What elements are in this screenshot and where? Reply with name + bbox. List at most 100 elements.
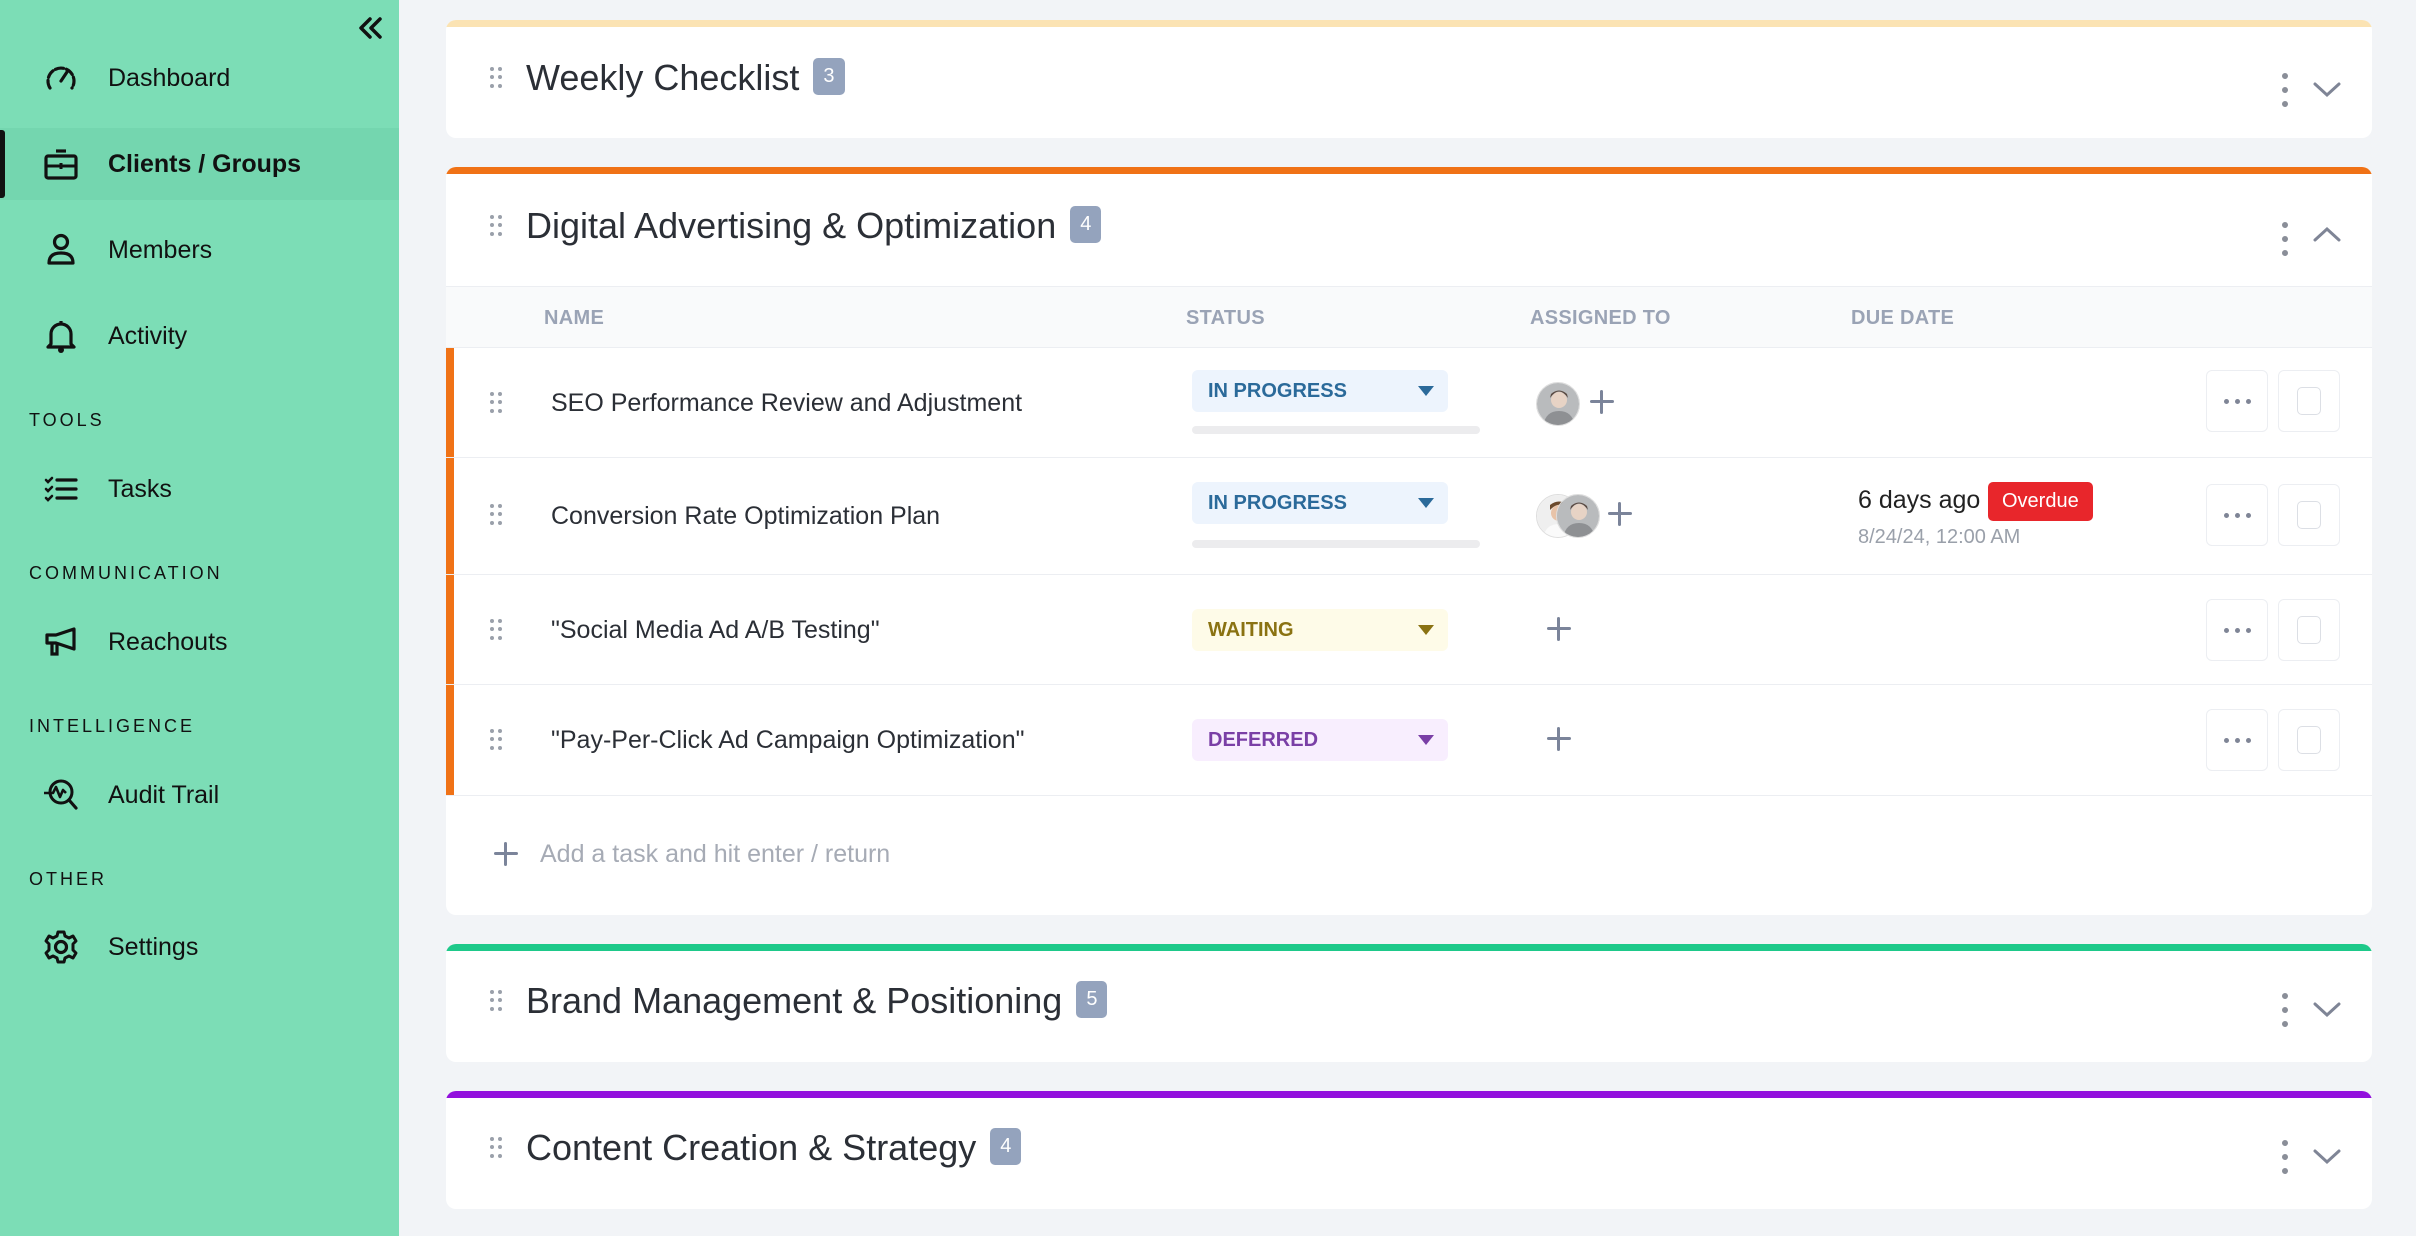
add-assignee-button[interactable] [1545,615,1573,643]
sidebar-item-label: Activity [108,321,188,350]
caret-down-icon [1418,625,1434,635]
sidebar-item-clients-groups[interactable]: Clients / Groups [0,128,399,200]
task-complete-checkbox[interactable] [2278,370,2340,432]
group-title: Digital Advertising & Optimization 4 [526,205,1102,247]
task-name[interactable]: Conversion Rate Optimization Plan [551,502,940,531]
task-progress-bar [1192,540,1480,548]
more-options-icon[interactable] [2278,1140,2292,1174]
megaphone-icon [42,623,80,661]
group-title-text: Digital Advertising & Optimization [526,205,1057,246]
group-header[interactable]: Digital Advertising & Optimization 4 [446,174,2372,290]
ellipsis-icon [2223,512,2251,518]
sidebar-item-label: Dashboard [108,63,231,92]
sidebar-item-activity[interactable]: Activity [0,300,399,372]
group-color-bar [446,1091,2372,1098]
task-more-options-button[interactable] [2206,709,2268,771]
drag-handle-icon[interactable] [490,990,504,1012]
group-title: Weekly Checklist 3 [526,57,845,99]
double-chevron-left-icon [359,17,382,39]
sidebar-item-label: Members [108,235,213,264]
group-card-weekly-checklist: Weekly Checklist 3 [446,20,2372,138]
more-options-icon[interactable] [2278,222,2292,256]
overdue-badge: Overdue [1988,482,2093,521]
task-more-options-button[interactable] [2206,370,2268,432]
task-name[interactable]: "Pay-Per-Click Ad Campaign Optimization" [551,726,1024,755]
task-complete-checkbox[interactable] [2278,599,2340,661]
task-count-badge: 5 [1076,980,1108,1018]
drag-handle-icon[interactable] [490,504,504,526]
group-title-text: Content Creation & Strategy [526,1127,977,1168]
chevron-down-icon[interactable] [2312,75,2342,105]
task-row[interactable]: SEO Performance Review and Adjustment IN… [446,348,2372,458]
group-header[interactable]: Weekly Checklist 3 [446,27,2372,138]
group-color-bar [446,167,2372,174]
checkbox-icon [2297,616,2321,644]
chevron-down-icon[interactable] [2312,1142,2342,1172]
column-header-assigned-to[interactable]: ASSIGNED TO [1530,307,1671,330]
task-complete-checkbox[interactable] [2278,709,2340,771]
section-title-intelligence: INTELLIGENCE [29,716,196,736]
sidebar-item-label: Settings [108,932,199,961]
column-header-name[interactable]: NAME [544,307,604,330]
sidebar-item-members[interactable]: Members [0,214,399,286]
task-row[interactable]: "Pay-Per-Click Ad Campaign Optimization"… [446,685,2372,796]
task-name[interactable]: "Social Media Ad A/B Testing" [551,616,880,645]
status-label: WAITING [1208,618,1294,641]
sidebar-item-label: Tasks [108,474,172,503]
sidebar-item-tasks[interactable]: Tasks [0,453,399,525]
add-assignee-button[interactable] [1545,725,1573,753]
drag-handle-icon[interactable] [490,392,504,414]
column-header-status[interactable]: STATUS [1186,307,1265,330]
task-name[interactable]: SEO Performance Review and Adjustment [551,389,1022,418]
chevron-down-icon[interactable] [2312,995,2342,1025]
chevron-up-icon[interactable] [2312,220,2342,250]
status-dropdown[interactable]: IN PROGRESS [1192,482,1448,524]
add-task-plus-icon[interactable] [492,840,520,868]
more-options-icon[interactable] [2278,993,2292,1027]
add-assignee-button[interactable] [1588,388,1616,416]
drag-handle-icon[interactable] [490,67,504,89]
task-row[interactable]: Conversion Rate Optimization Plan IN PRO… [446,458,2372,575]
status-dropdown[interactable]: IN PROGRESS [1192,370,1448,412]
status-label: IN PROGRESS [1208,379,1347,402]
due-date-absolute[interactable]: 8/24/24, 12:00 AM [1858,526,2020,549]
ellipsis-icon [2223,737,2251,743]
dashboard-gauge-icon [42,59,80,97]
group-card-brand-management: Brand Management & Positioning 5 [446,944,2372,1062]
group-title: Content Creation & Strategy 4 [526,1127,1022,1169]
task-more-options-button[interactable] [2206,599,2268,661]
more-options-icon[interactable] [2278,73,2292,107]
task-more-options-button[interactable] [2206,484,2268,546]
task-complete-checkbox[interactable] [2278,484,2340,546]
collapse-sidebar-button[interactable] [354,12,386,44]
task-row[interactable]: "Social Media Ad A/B Testing" WAITING [446,575,2372,685]
drag-handle-icon[interactable] [490,619,504,641]
drag-handle-icon[interactable] [490,1137,504,1159]
sidebar-item-reachouts[interactable]: Reachouts [0,606,399,678]
sidebar-item-settings[interactable]: Settings [0,911,399,983]
sidebar-item-dashboard[interactable]: Dashboard [0,42,399,114]
assignee-avatar[interactable] [1536,382,1580,426]
sidebar: Dashboard Clients / Groups Members Activ… [0,0,399,1236]
task-count-badge: 3 [813,57,845,95]
checklist-icon [42,470,80,508]
row-accent-bar [446,458,454,574]
group-header[interactable]: Content Creation & Strategy 4 [446,1098,2372,1209]
sidebar-item-label: Audit Trail [108,780,220,809]
sidebar-item-audit-trail[interactable]: Audit Trail [0,759,399,831]
sidebar-item-label: Reachouts [108,627,228,656]
column-header-due-date[interactable]: DUE DATE [1851,307,1954,330]
add-assignee-button[interactable] [1606,500,1634,528]
caret-down-icon [1418,498,1434,508]
assignee-avatar[interactable] [1556,494,1600,538]
status-dropdown[interactable]: WAITING [1192,609,1448,651]
task-count-badge: 4 [1070,205,1102,243]
drag-handle-icon[interactable] [490,215,504,237]
status-label: IN PROGRESS [1208,491,1347,514]
status-dropdown[interactable]: DEFERRED [1192,719,1448,761]
drag-handle-icon[interactable] [490,729,504,751]
row-accent-bar [446,348,454,457]
group-header[interactable]: Brand Management & Positioning 5 [446,951,2372,1062]
section-title-communication: COMMUNICATION [29,563,223,583]
add-task-input[interactable] [540,834,1240,874]
